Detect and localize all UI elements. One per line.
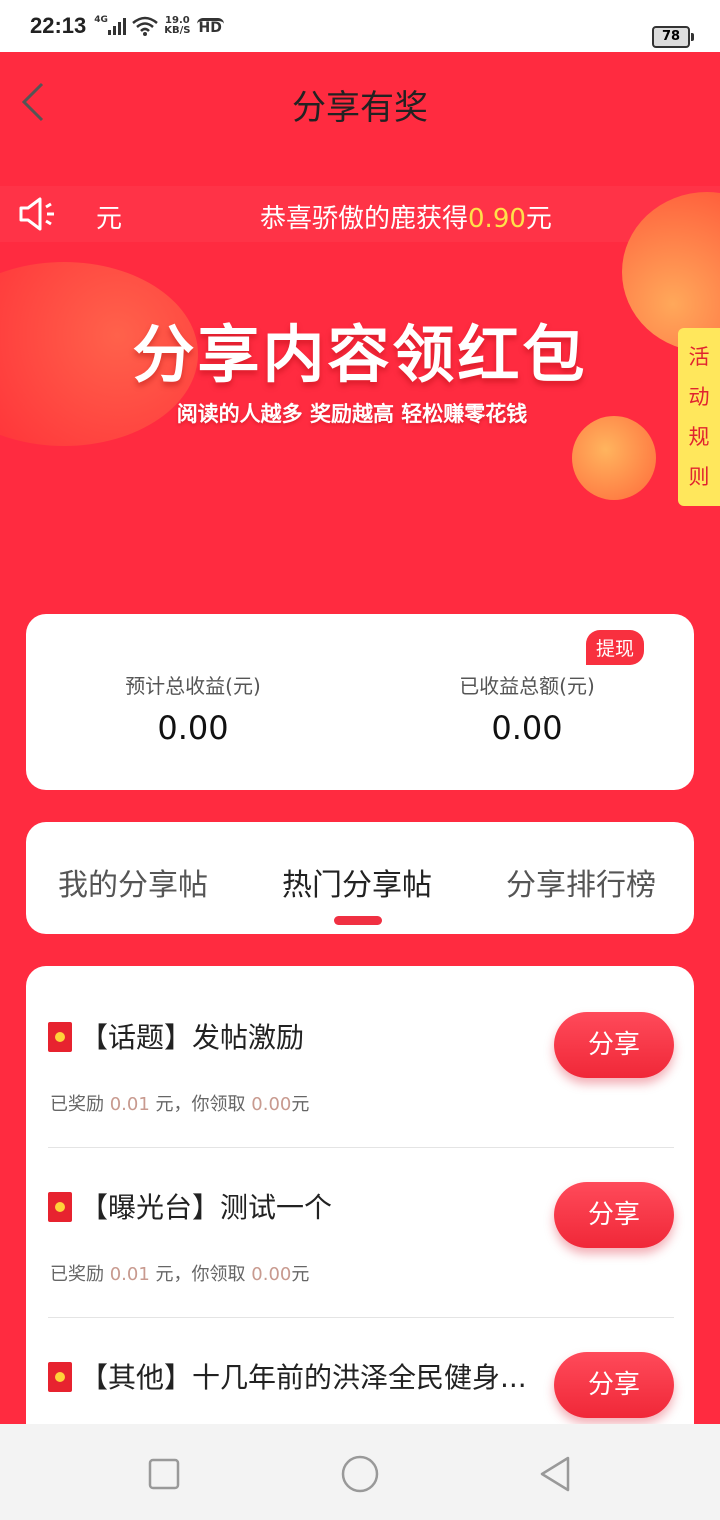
banner-title: 分享内容领红包 xyxy=(132,318,588,391)
red-envelope-icon xyxy=(48,1022,72,1052)
share-tabs: 我的分享帖 热门分享帖 分享排行榜 xyxy=(26,822,694,934)
hd-icon: HD xyxy=(196,17,224,36)
winner-marquee: 元 恭喜骄傲的鹿获得0.90元 xyxy=(0,186,720,242)
circle-icon[interactable] xyxy=(340,1454,380,1494)
received-earnings: 已收益总额(元) 0.00 xyxy=(360,670,694,747)
tab-my-shares[interactable]: 我的分享帖 xyxy=(58,860,208,904)
system-nav-bar xyxy=(0,1424,720,1520)
post-title[interactable]: 【曝光台】测试一个 xyxy=(80,1186,332,1226)
post-title[interactable]: 【其他】十几年前的洪泽全民健身... xyxy=(80,1356,527,1396)
tab-share-ranking[interactable]: 分享排行榜 xyxy=(506,860,656,904)
share-button[interactable]: 分享 xyxy=(554,1352,674,1418)
net-speed-unit: KB/S xyxy=(164,25,191,36)
decor-circle xyxy=(572,416,656,500)
reward-mid: 元，你领取 xyxy=(155,1264,246,1285)
post-stats: 已奖励 0.01 元，你领取 0.00元 xyxy=(50,1260,309,1286)
wifi-icon xyxy=(132,16,159,36)
withdraw-button[interactable]: 提现 xyxy=(586,630,645,665)
received-earnings-label: 已收益总额(元) xyxy=(459,674,595,698)
list-item: 【其他】十几年前的洪泽全民健身... 分享 xyxy=(26,1318,694,1424)
reward-mid: 元，你领取 xyxy=(155,1094,246,1115)
status-icons: 4G 19.0 KB/S HD xyxy=(94,15,224,36)
red-envelope-icon xyxy=(48,1192,72,1222)
rules-char: 则 xyxy=(688,465,710,489)
estimated-earnings-label: 预计总收益(元) xyxy=(125,674,261,698)
received-earnings-value: 0.00 xyxy=(491,709,563,747)
list-item: 【曝光台】测试一个 已奖励 0.01 元，你领取 0.00元 分享 xyxy=(26,1148,694,1318)
share-button[interactable]: 分享 xyxy=(554,1182,674,1248)
red-envelope-icon xyxy=(48,1362,72,1392)
post-list: 【话题】发帖激励 已奖励 0.01 元，你领取 0.00元 分享 【曝光台】测试… xyxy=(26,966,694,1424)
status-time: 22:13 xyxy=(30,13,87,38)
estimated-earnings: 预计总收益(元) 0.00 xyxy=(26,670,360,747)
rules-char: 规 xyxy=(688,425,710,449)
share-button[interactable]: 分享 xyxy=(554,1012,674,1078)
list-item: 【话题】发帖激励 已奖励 0.01 元，你领取 0.00元 分享 xyxy=(26,978,694,1148)
rules-char: 动 xyxy=(688,385,710,409)
square-icon[interactable] xyxy=(144,1454,184,1494)
claimed-amount: 0.00 xyxy=(251,1264,292,1285)
claimed-unit: 元 xyxy=(291,1094,310,1115)
marquee-fragment: 元 xyxy=(96,204,123,234)
post-stats: 已奖励 0.01 元，你领取 0.00元 xyxy=(50,1090,309,1116)
post-title[interactable]: 【话题】发帖激励 xyxy=(80,1016,304,1056)
speaker-icon xyxy=(19,197,54,231)
main-content: 分享有奖 元 恭喜骄傲的鹿获得0.90元 分享内容领红包 阅读的人越多 奖励越高… xyxy=(0,52,720,1424)
signal-icon: 4G xyxy=(94,15,127,35)
rules-char: 活 xyxy=(688,345,710,369)
activity-rules-button[interactable]: 活 动 规 则 xyxy=(678,328,720,506)
active-tab-indicator xyxy=(334,916,382,925)
earnings-card: 提现 预计总收益(元) 0.00 已收益总额(元) 0.00 xyxy=(26,614,694,790)
estimated-earnings-value: 0.00 xyxy=(157,709,229,747)
net-speed: 19.0 KB/S xyxy=(164,16,190,36)
claimed-amount: 0.00 xyxy=(251,1094,292,1115)
claimed-unit: 元 xyxy=(291,1264,310,1285)
reward-prefix: 已奖励 xyxy=(50,1264,104,1285)
status-bar: 22:13 4G 19.0 KB/S HD 78 xyxy=(0,0,720,52)
page-title: 分享有奖 xyxy=(292,88,428,128)
marquee-suffix: 元 xyxy=(525,204,552,234)
network-type: 4G xyxy=(94,15,108,25)
marquee-prefix: 恭喜骄傲的鹿获得 xyxy=(260,204,469,234)
marquee-text: 恭喜骄傲的鹿获得0.90元 xyxy=(260,198,552,235)
banner-subtitle: 阅读的人越多 奖励越高 轻松赚零花钱 xyxy=(176,402,528,426)
marquee-amount: 0.90 xyxy=(468,204,526,234)
battery-icon: 78 xyxy=(652,26,694,48)
reward-amount: 0.01 xyxy=(109,1094,150,1115)
reward-amount: 0.01 xyxy=(109,1264,150,1285)
triangle-back-icon[interactable] xyxy=(536,1454,576,1494)
tab-hot-shares[interactable]: 热门分享帖 xyxy=(282,860,432,904)
reward-prefix: 已奖励 xyxy=(50,1094,104,1115)
